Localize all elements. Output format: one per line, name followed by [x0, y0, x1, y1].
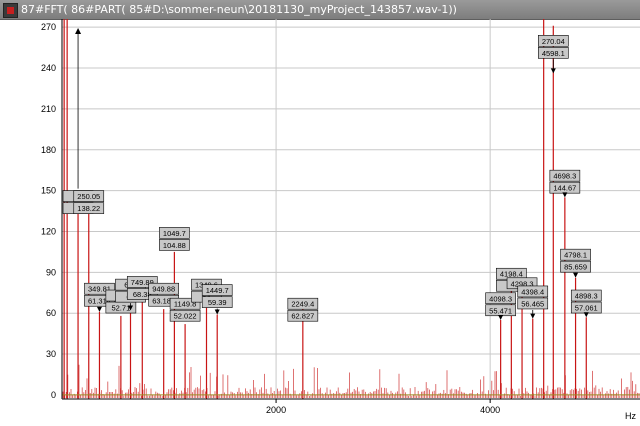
- fft-spectrum-plot[interactable]: 030609012015018021024027020004000Hz14132…: [0, 19, 640, 426]
- annotation-frequency: 270.04: [542, 37, 565, 46]
- annotation-magnitude: 104.88: [163, 241, 186, 250]
- annotation-frequency: 2249.4: [291, 300, 314, 309]
- annotation-magnitude: 144.67: [553, 184, 576, 193]
- annotation-arrowhead: [562, 192, 568, 198]
- annotation-frequency: 1049.7: [163, 229, 186, 238]
- annotation-frequency: 4698.3: [553, 172, 576, 181]
- annotation-arrowhead: [498, 315, 504, 321]
- annotation-magnitude: 56.465: [521, 299, 544, 308]
- peak-annotation: 1049.7 104.88: [159, 227, 190, 251]
- peak-annotation: 4698.3 144.67: [549, 169, 581, 198]
- y-tick-label: 60: [46, 308, 56, 318]
- annotation-arrowhead: [214, 309, 220, 315]
- y-tick-label: 150: [41, 186, 56, 196]
- y-tick-label: 0: [51, 390, 56, 400]
- peak-annotation: 4098.3 55.471: [485, 292, 516, 321]
- annotation-magnitude: 59.39: [208, 298, 227, 307]
- fft-window: 87#FFT( 86#PART( 85#D:\sommer-neun\20181…: [0, 0, 640, 426]
- peak-annotation: 250.05 138.22: [73, 190, 105, 214]
- annotation-frequency: 1449.7: [206, 286, 229, 295]
- x-tick-label: 2000: [266, 405, 286, 415]
- annotation-arrowhead: [530, 313, 536, 319]
- annotation-magnitude: 138.22: [77, 204, 100, 213]
- annotation-frequency: 250.05: [77, 192, 100, 201]
- peak-annotation: 4898.3 57.061: [570, 289, 602, 318]
- y-tick-label: 120: [41, 226, 56, 236]
- annotation-arrowhead: [550, 68, 556, 74]
- x-tick-label: 4000: [480, 405, 500, 415]
- window-title: 87#FFT( 86#PART( 85#D:\sommer-neun\20181…: [21, 3, 457, 16]
- annotation-magnitude: 52.022: [174, 312, 197, 321]
- annotation-magnitude: 52.71: [111, 304, 130, 313]
- annotation-magnitude: 4598.1: [542, 49, 565, 58]
- annotation-frequency: 4798.1: [564, 251, 587, 260]
- annotation-magnitude: 85.659: [564, 263, 587, 272]
- y-tick-label: 90: [46, 267, 56, 277]
- y-tick-label: 210: [41, 104, 56, 114]
- annotation-frequency: 4898.3: [575, 292, 598, 301]
- annotation-frequency: 4398.4: [521, 287, 544, 296]
- fft-window-icon[interactable]: [3, 3, 18, 18]
- window-titlebar[interactable]: 87#FFT( 86#PART( 85#D:\sommer-neun\20181…: [0, 0, 640, 20]
- annotation-magnitude: 57.061: [575, 304, 598, 313]
- y-tick-label: 270: [41, 22, 56, 32]
- annotation-arrowhead: [573, 272, 579, 278]
- annotation-magnitude: 62.827: [291, 312, 314, 321]
- y-tick-label: 180: [41, 145, 56, 155]
- y-tick-label: 30: [46, 349, 56, 359]
- top-peak-arrowhead: [75, 28, 82, 34]
- annotation-frequency: 4098.3: [489, 294, 512, 303]
- noise-floor: [62, 364, 640, 398]
- x-axis-label: Hz: [625, 411, 636, 421]
- annotation-magnitude: 55.471: [489, 306, 512, 315]
- annotation-arrowhead: [96, 306, 102, 312]
- annotation-frequency: 4198.4: [500, 270, 523, 279]
- y-tick-label: 240: [41, 63, 56, 73]
- annotation-arrowhead: [583, 312, 589, 318]
- annotation-frequency: 949.88: [152, 285, 175, 294]
